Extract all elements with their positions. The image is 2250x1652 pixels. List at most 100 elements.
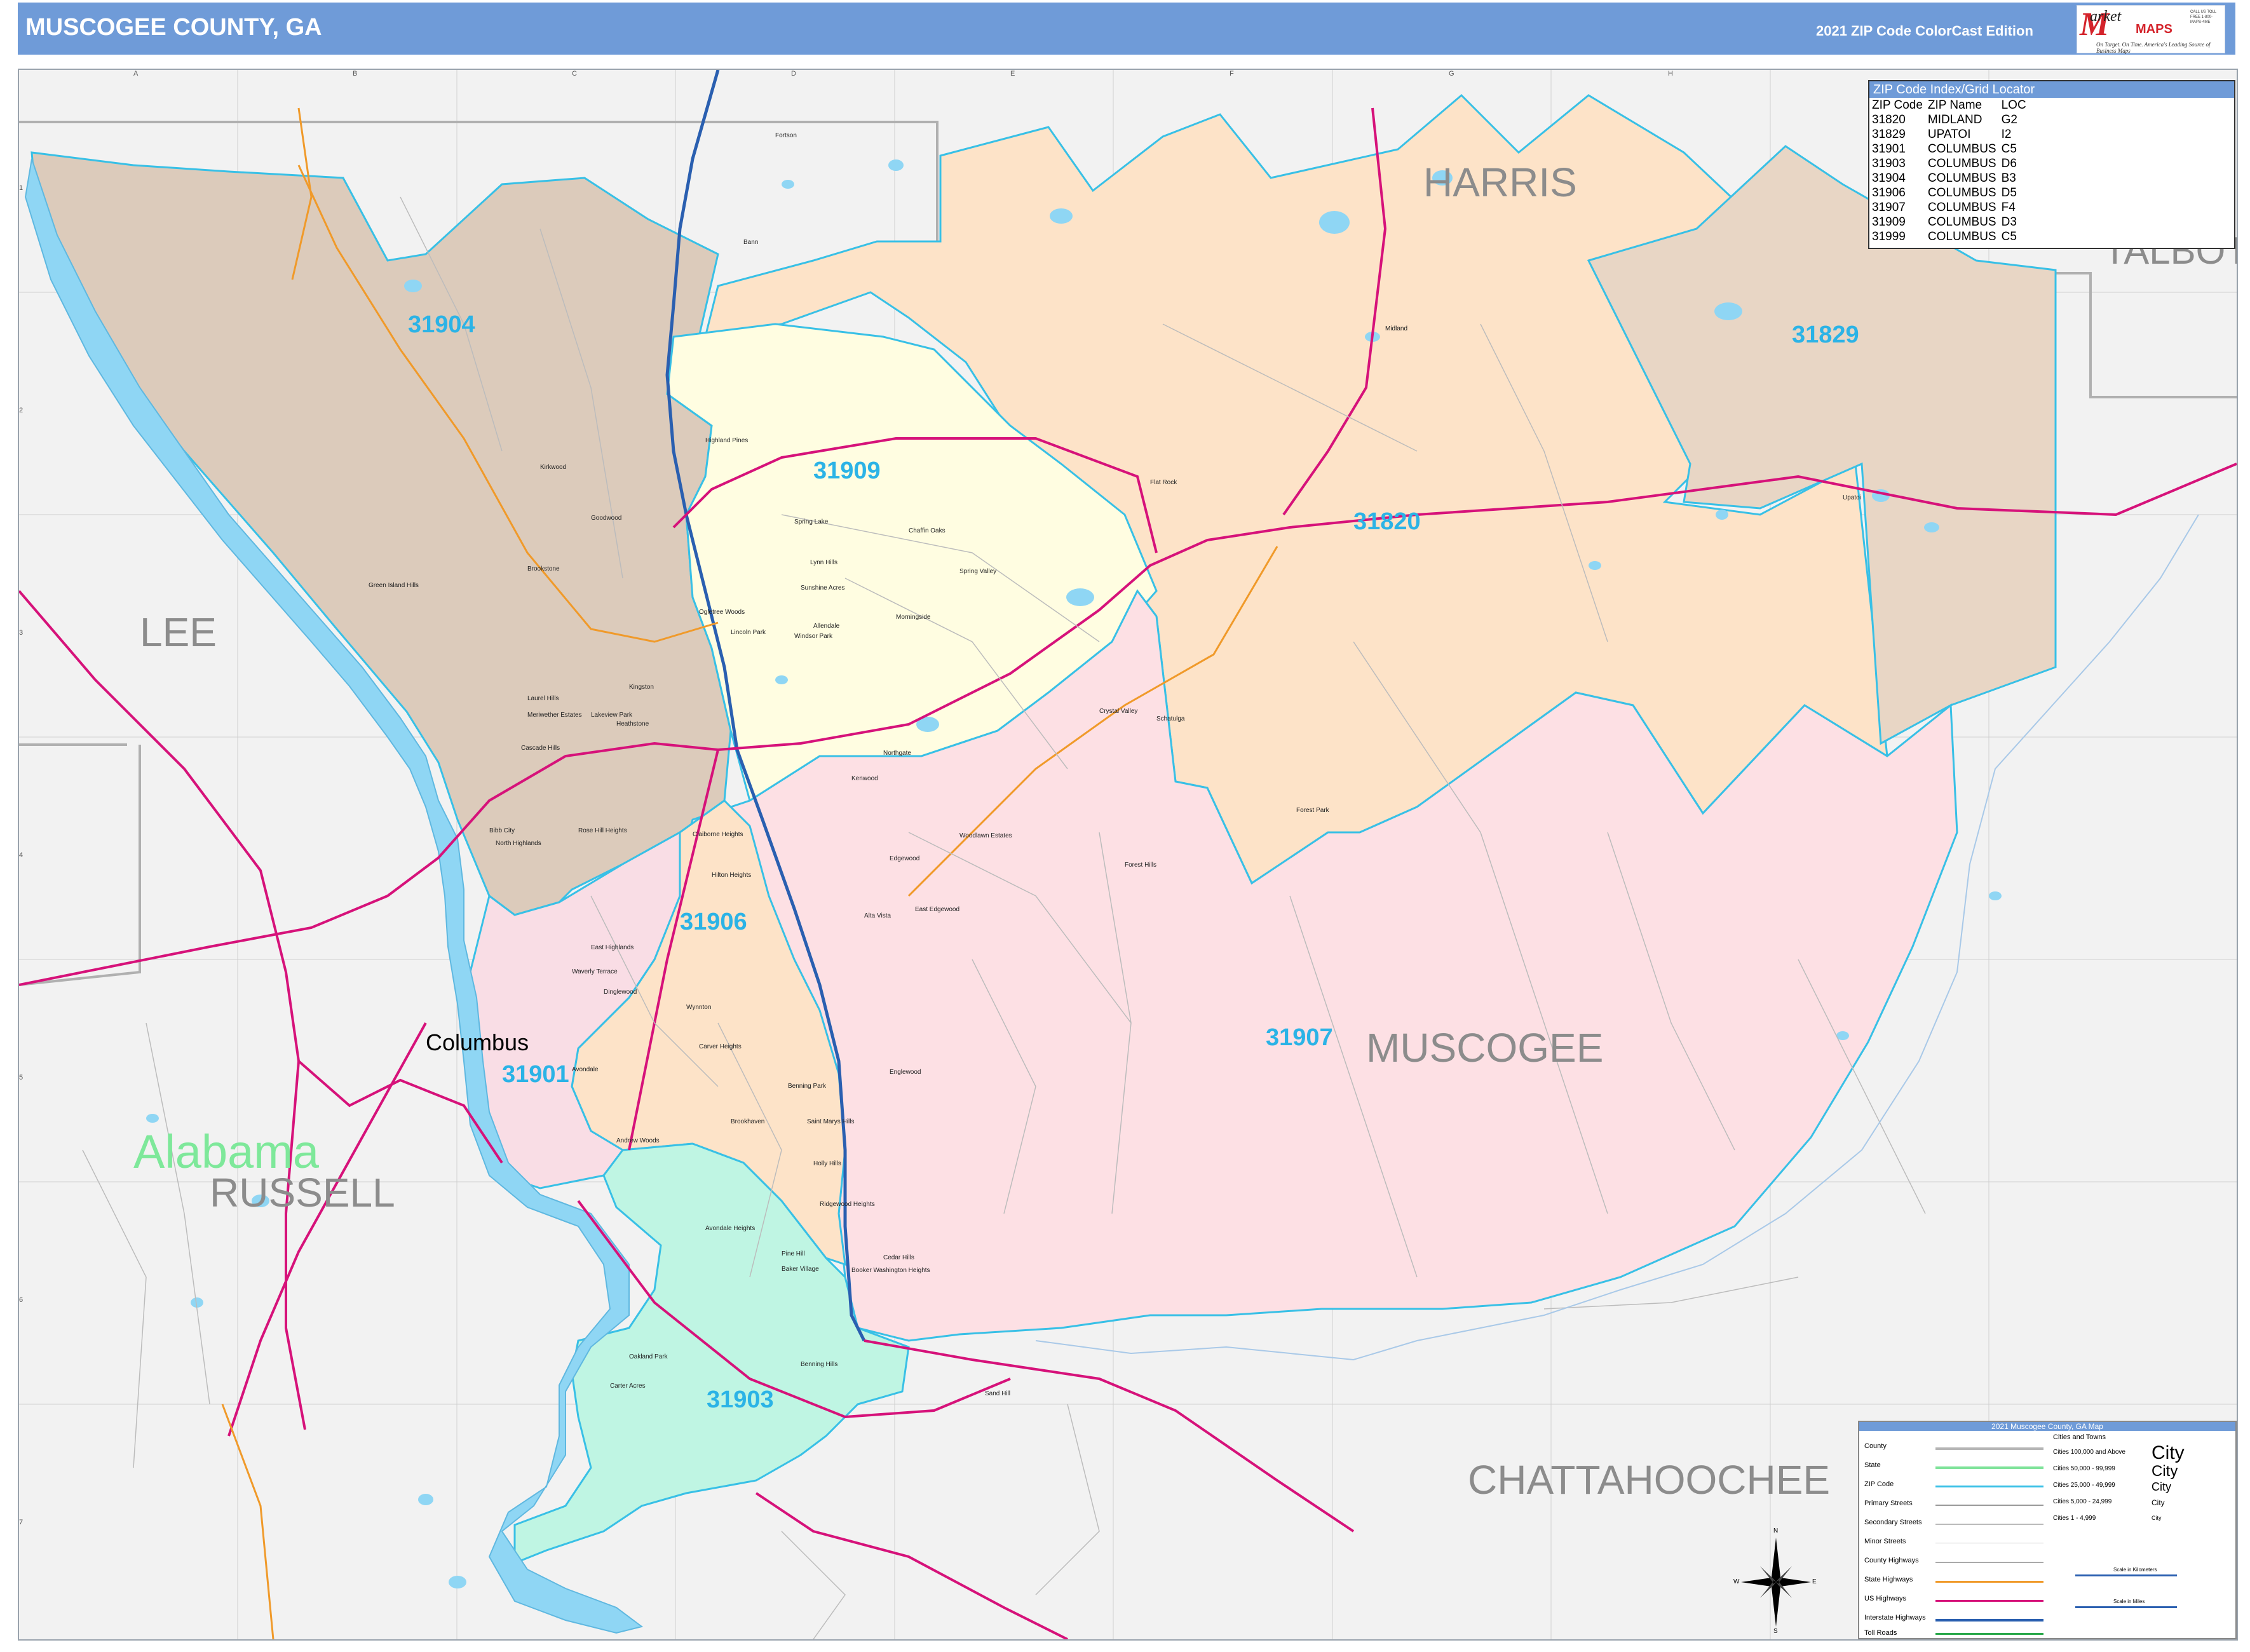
zip-loc-cell: B3 [2001,172,2016,185]
zip-name-cell: UPATOI [1927,128,1971,141]
legend-city-sample: City [2152,1442,2185,1463]
place-label: Alta Vista [864,912,891,919]
table-row: 31820 MIDLAND G2 [1872,112,2031,127]
grid-col-e: E [1010,70,1015,78]
legend-item: County Highways [1864,1557,1919,1564]
legend-primary-line [1935,1505,2043,1506]
place-label: Lakeview Park [591,712,633,719]
map-canvas[interactable] [19,70,2237,1639]
zip-name-cell: COLUMBUS [1927,230,1996,243]
legend-zip-line [1935,1486,2043,1487]
grid-col-f: F [1230,70,1234,78]
legend-item: State [1864,1461,1881,1469]
place-label: Wynnton [686,1004,712,1011]
place-label: Cedar Hills [883,1254,914,1261]
place-label: Woodlawn Estates [959,832,1012,839]
place-label: Cascade Hills [521,745,560,752]
table-row: 31829 UPATOI I2 [1872,127,2031,142]
place-label: Laurel Hills [527,695,559,702]
map-legend: 2021 Muscogee County, GA Map County Stat… [1858,1421,2237,1639]
grid-col-h: H [1668,70,1673,78]
table-row: 31906 COLUMBUS D5 [1872,186,2031,200]
zip-code-cell: 31903 [1872,157,1906,170]
legend-city-class: Cities 100,000 and Above [2053,1449,2125,1456]
grid-col-a: A [133,70,139,78]
place-label: Forest Park [1296,807,1329,814]
zip-code-cell: 31820 [1872,113,1906,126]
legend-scale-mi: Scale in Miles [2113,1599,2145,1604]
place-label: Upatoi [1843,494,1861,501]
zip-index-table: ZIP Code ZIP Name LOC 31820 MIDLAND G2 318… [1872,98,2031,244]
place-label: Lincoln Park [731,629,766,636]
compass-icon [1741,1538,1811,1627]
place-label: Pine Hill [782,1250,805,1257]
grid-col-c: C [572,70,577,78]
place-label: Northgate [883,750,911,757]
legend-item: ZIP Code [1864,1480,1894,1488]
zip-name-cell: MIDLAND [1927,113,1982,126]
legend-interstate-line [1935,1619,2043,1622]
zip-31904-area[interactable] [30,151,732,916]
place-label: Windsor Park [794,633,833,640]
grid-col-g: G [1449,70,1454,78]
logo-phone: CALL US TOLL FREE 1-800-MAPS-4ME [2190,10,2217,24]
county-label-lee: LEE [140,609,217,655]
map-header: MUSCOGEE COUNTY, GA 2021 ZIP Code ColorC… [18,3,2235,55]
legend-item: State Highways [1864,1576,1913,1583]
zip-label-31909: 31909 [813,457,881,484]
grid-row-6: 6 [19,1296,24,1304]
place-label: Spring Valley [959,568,997,575]
place-label: Allendale [813,623,840,630]
county-map[interactable]: A B C D E F G H 1 2 3 4 5 6 7 HARRIS TAL… [18,69,2238,1641]
place-label: Crystal Valley [1099,708,1138,715]
legend-item: Secondary Streets [1864,1519,1922,1526]
legend-city-sample: City [2152,1515,2162,1521]
zip-loc-cell: G2 [2001,113,2017,126]
legend-item: Interstate Highways [1864,1614,1926,1622]
zip-loc-cell: D6 [2001,157,2017,170]
place-label: Fortson [775,132,797,139]
table-header-row: ZIP Code ZIP Name LOC [1872,98,2031,112]
zip-loc-cell: C5 [2001,230,2017,243]
table-row: 31907 COLUMBUS F4 [1872,200,2031,215]
zip-name-cell: COLUMBUS [1927,157,1996,170]
place-label: Booker Washington Heights [851,1267,930,1274]
place-label: Avondale Heights [705,1225,756,1232]
table-row: 31903 COLUMBUS D6 [1872,156,2031,171]
place-label: Ogletree Woods [699,609,745,616]
state-label-alabama: Alabama [133,1125,320,1178]
place-label: Brookhaven [731,1118,765,1125]
legend-city-sample: City [2152,1480,2171,1493]
place-label: Lynn Hills [810,559,837,566]
table-header: ZIP Name [1927,98,1982,112]
grid-row-1: 1 [19,184,24,192]
logo-maps: MAPS [2136,22,2172,36]
compass-w: W [1733,1578,1740,1585]
place-label: Dinglewood [604,989,637,996]
legend-item: US Highways [1864,1595,1907,1602]
legend-city-class: Cities 5,000 - 24,999 [2053,1498,2112,1505]
zip-name-cell: COLUMBUS [1927,186,1996,200]
zip-label-31901: 31901 [502,1061,569,1088]
place-label: Flat Rock [1150,479,1177,486]
compass-s: S [1773,1628,1778,1635]
place-label: Hilton Heights [712,872,752,879]
legend-state-hwy-line [1935,1581,2043,1583]
place-label: Saint Marys Hills [807,1118,855,1125]
zip-label-31904: 31904 [408,311,475,338]
zip-name-cell: COLUMBUS [1927,142,1996,156]
legend-item: Primary Streets [1864,1500,1913,1507]
market-maps-logo[interactable]: M arket MAPS On Target. On Time. America… [2077,5,2225,54]
zip-name-cell: COLUMBUS [1927,215,1996,229]
legend-city-class: Cities 50,000 - 99,999 [2053,1465,2115,1472]
place-label: Goodwood [591,515,622,522]
legend-city-sample: City [2152,1498,2165,1507]
table-header: LOC [2001,98,2026,112]
table-header: ZIP Code [1872,98,1923,112]
place-label: Kenwood [851,775,878,782]
place-label: Andrew Woods [616,1137,660,1144]
legend-county-line [1935,1447,2043,1450]
legend-city-class: Cities 25,000 - 49,999 [2053,1482,2115,1489]
logo-tagline: On Target. On Time. America's Leading So… [2096,41,2211,54]
place-label: North Highlands [496,840,541,847]
